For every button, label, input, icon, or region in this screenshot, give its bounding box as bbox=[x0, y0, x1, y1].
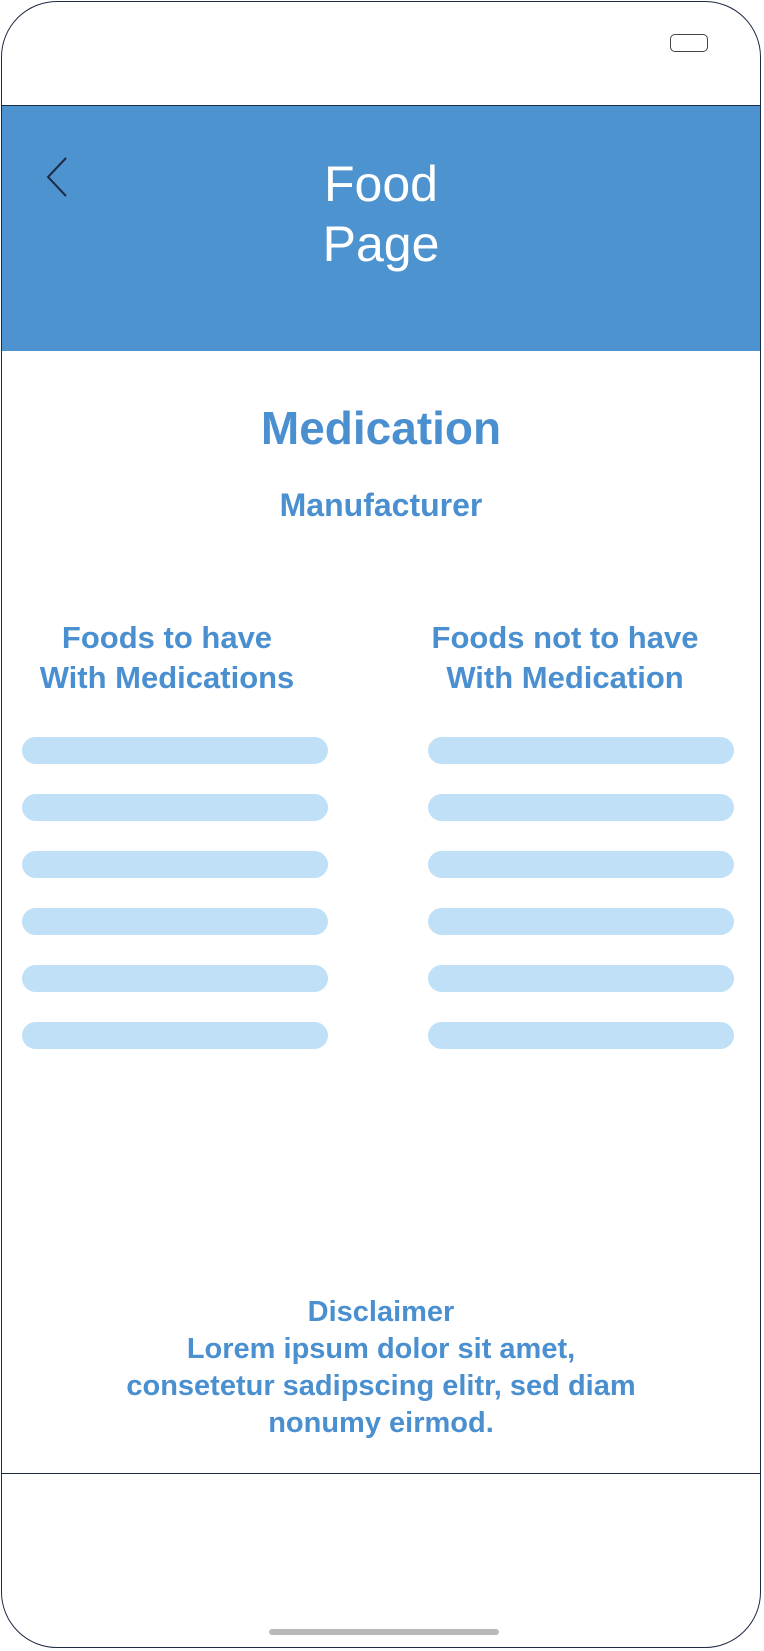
list-item[interactable] bbox=[22, 965, 328, 992]
list-item[interactable] bbox=[428, 908, 734, 935]
list-item[interactable] bbox=[22, 1022, 328, 1049]
foods-not-to-have-list bbox=[428, 737, 734, 1079]
list-item[interactable] bbox=[428, 737, 734, 764]
phone-frame: Food Page Medication Manufacturer Foods … bbox=[1, 1, 761, 1648]
app-header: Food Page bbox=[2, 106, 760, 351]
foods-to-have-list bbox=[22, 737, 328, 1079]
status-bar bbox=[2, 2, 760, 106]
list-item[interactable] bbox=[428, 965, 734, 992]
home-indicator[interactable] bbox=[269, 1629, 499, 1635]
list-item[interactable] bbox=[22, 794, 328, 821]
list-item[interactable] bbox=[428, 794, 734, 821]
list-item[interactable] bbox=[428, 1022, 734, 1049]
disclaimer-body: Lorem ipsum dolor sit amet, consetetur s… bbox=[126, 1333, 636, 1439]
foods-to-have-heading: Foods to have With Medications bbox=[39, 620, 295, 695]
disclaimer-title: Disclaimer bbox=[307, 1296, 455, 1328]
battery-icon bbox=[670, 34, 708, 52]
list-item[interactable] bbox=[22, 737, 328, 764]
bottom-bar bbox=[2, 1473, 760, 1647]
disclaimer: Disclaimer Lorem ipsum dolor sit amet, c… bbox=[2, 1294, 760, 1442]
list-item[interactable] bbox=[22, 851, 328, 878]
medication-name: Medication bbox=[260, 402, 502, 454]
list-item[interactable] bbox=[428, 851, 734, 878]
manufacturer-name: Manufacturer bbox=[279, 487, 483, 523]
foods-not-to-have-heading: Foods not to have With Medication bbox=[431, 620, 699, 695]
page-title: Food Page bbox=[322, 156, 440, 272]
list-item[interactable] bbox=[22, 908, 328, 935]
